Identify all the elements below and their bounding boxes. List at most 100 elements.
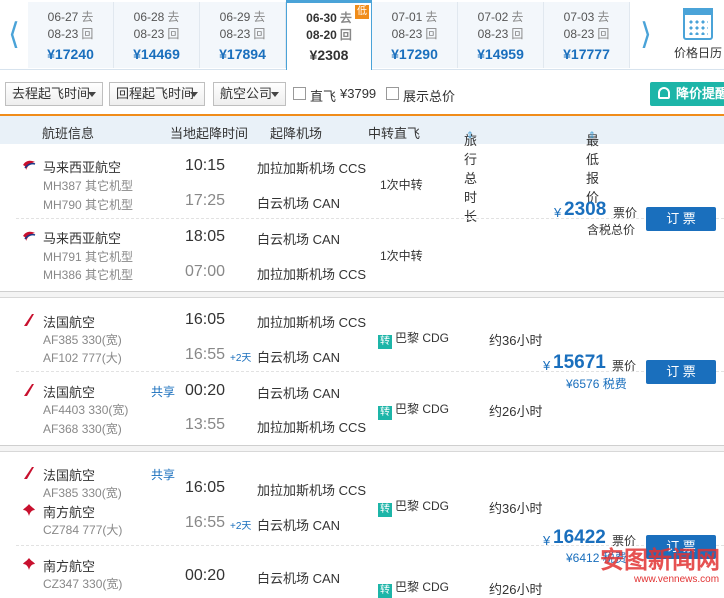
group-separator [0, 292, 724, 298]
date-option[interactable]: 06-28 去 08-23 回 ¥14469 [114, 2, 200, 68]
depart-tag: 去 [81, 10, 94, 24]
air-france-logo-icon [24, 467, 34, 479]
date-price: ¥17290 [391, 46, 438, 62]
return-date: 08-23 [477, 27, 509, 41]
return-tag: 回 [339, 28, 352, 42]
sort-icon: ⇕ [588, 130, 596, 140]
lowest-price-badge: 低 [355, 5, 369, 19]
total-duration: 约36小时 [489, 501, 543, 516]
next-day-badge: +2天 [230, 521, 252, 532]
date-option[interactable]: 07-03 去 08-23 回 ¥17777 [544, 2, 630, 68]
direct-checkbox[interactable] [293, 87, 306, 100]
depart-time: 00:20 [185, 567, 226, 584]
site-watermark: 安图新闻网 [600, 546, 720, 574]
direct-price: ¥3799 [340, 86, 377, 101]
date-option[interactable]: 06-27 去 08-23 回 ¥17240 [28, 2, 114, 68]
price-alert-button[interactable]: 降价提醒 [650, 82, 724, 106]
fare-price: 16422 [553, 527, 606, 548]
column-header: 航班信息 当地起降时间 起降机场 中转直飞 旅行总时长 ⇕ 最低报价 ⇕ [0, 114, 724, 224]
return-date: 08-23 [391, 27, 423, 41]
arrive-time: 17:25 [185, 192, 226, 209]
depart-date: 07-02 [477, 10, 509, 24]
book-button[interactable]: 订 票 [646, 360, 716, 384]
depart-date: 07-01 [391, 10, 423, 24]
return-date: 08-23 [47, 27, 79, 41]
malaysia-airlines-logo-icon [23, 160, 36, 170]
china-southern-logo-icon [23, 558, 35, 570]
calendar-icon [683, 8, 713, 40]
fare-label: 票价 [613, 206, 638, 220]
depart-airport: 加拉加斯机场 CCS [257, 483, 367, 498]
date-price: ¥17894 [219, 46, 266, 62]
arrive-airport: 白云机场 CAN [257, 350, 341, 365]
arrive-airport: 白云机场 CAN [257, 518, 341, 533]
total-duration: 约26小时 [489, 582, 543, 597]
date-price: ¥14469 [133, 46, 180, 62]
arrive-time: 16:55 [185, 514, 226, 531]
depart-tag: 去 [339, 11, 352, 25]
flight-number: AF385 330(宽) [43, 333, 122, 347]
return-date: 08-23 [219, 27, 251, 41]
date-option[interactable]: 06-29 去 08-23 回 ¥17894 [200, 2, 286, 68]
currency-symbol: ¥ [543, 358, 551, 373]
flight-number: MH790 其它机型 [43, 198, 134, 212]
arrive-time: 16:55 [185, 346, 226, 363]
sort-icon: ⇕ [466, 130, 474, 140]
airline-name: 南方航空 [43, 559, 96, 574]
prev-dates-arrow[interactable]: ⟨ [0, 0, 28, 70]
return-time-dropdown[interactable]: 回程起飞时间 [109, 82, 205, 106]
transfer-icon: 转 [378, 503, 392, 517]
site-watermark-url: www.vennews.com [634, 574, 720, 585]
flight-number: AF4403 330(宽) [43, 403, 129, 417]
airline-name: 法国航空 [43, 385, 96, 400]
depart-date: 07-03 [563, 10, 595, 24]
show-total-checkbox[interactable] [386, 87, 399, 100]
date-option[interactable]: 07-01 去 08-23 回 ¥17290 [372, 2, 458, 68]
price-calendar-label: 价格日历 [673, 46, 722, 60]
price-calendar-button[interactable]: 价格日历 [672, 8, 724, 61]
depart-airport: 白云机场 CAN [257, 386, 341, 401]
next-dates-arrow[interactable]: ⟩ [632, 0, 660, 70]
fare-label: 票价 [612, 359, 637, 373]
depart-date: 06-30 [306, 11, 337, 25]
depart-airport: 白云机场 CAN [257, 571, 341, 586]
return-tag: 回 [597, 27, 610, 41]
transfer-icon: 转 [378, 406, 392, 420]
date-option[interactable]: 07-02 去 08-23 回 ¥14959 [458, 2, 544, 68]
depart-time: 00:20 [185, 382, 226, 399]
malaysia-airlines-logo-icon [23, 231, 36, 241]
date-option-selected[interactable]: 低 06-30 去 08-20 回 ¥2308 [286, 0, 372, 70]
return-tag: 回 [81, 27, 94, 41]
transfer-city: 巴黎 CDG [395, 331, 450, 345]
airline-dropdown[interactable]: 航空公司 [213, 82, 286, 106]
depart-airport: 加拉加斯机场 CCS [257, 161, 367, 176]
date-strip: ⟨ 06-27 去 08-23 回 ¥17240 06-28 去 08-23 回 ¥14… [0, 0, 724, 70]
book-button[interactable]: 订 票 [646, 207, 716, 231]
flight-number: MH387 其它机型 [43, 179, 134, 193]
currency-symbol: ¥ [543, 533, 551, 548]
tax-amount: ¥6576 税费 [566, 377, 627, 391]
transfer-icon: 转 [378, 584, 392, 598]
date-price: ¥2308 [309, 47, 349, 63]
date-price: ¥17777 [563, 46, 610, 62]
flight-number: AF368 330(宽) [43, 422, 122, 436]
show-total-label: 展示总价 [403, 89, 456, 104]
tax-included-note: 含税总价 [587, 223, 636, 237]
flight-group: 马来西亚航空 MH387 其它机型 MH790 其它机型 10:15 17:25… [0, 144, 724, 292]
depart-date: 06-29 [219, 10, 251, 24]
flight-number: CZ347 330(宽) [43, 577, 123, 591]
depart-date: 06-28 [133, 10, 165, 24]
depart-time: 10:15 [185, 157, 226, 174]
transfer-city: 巴黎 CDG [395, 499, 450, 513]
transfer-icon: 转 [378, 335, 392, 349]
flight-number: MH386 其它机型 [43, 268, 134, 282]
return-tag: 回 [511, 27, 524, 41]
return-tag: 回 [425, 27, 438, 41]
airline-name: 法国航空 [43, 468, 96, 483]
outbound-time-dropdown[interactable]: 去程起飞时间 [5, 82, 103, 106]
col-flight: 航班信息 [42, 126, 95, 141]
arrive-time: 13:55 [185, 416, 226, 433]
total-duration: 约26小时 [489, 404, 543, 419]
transfer-info: 1次中转 [380, 249, 423, 263]
total-duration: 约36小时 [489, 333, 543, 348]
